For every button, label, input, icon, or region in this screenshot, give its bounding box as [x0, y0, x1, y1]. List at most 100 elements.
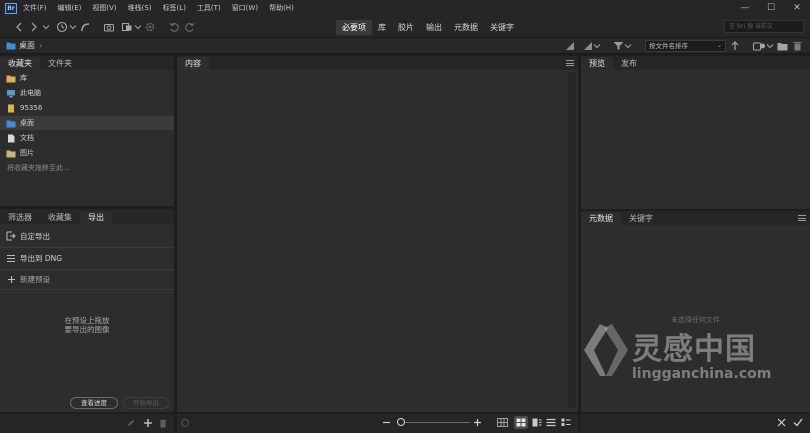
menu-view[interactable]: 视图(V) [92, 3, 116, 13]
loading-spinner-icon [181, 419, 189, 427]
breadcrumb-item-desktop[interactable]: 桌面 [19, 40, 35, 51]
minimize-button[interactable]: — [732, 0, 758, 16]
back-icon[interactable] [12, 20, 26, 34]
workspace-filmstrip[interactable]: 胶片 [392, 20, 420, 35]
workspace-metadata[interactable]: 元数据 [448, 20, 484, 35]
computer-icon [6, 88, 16, 98]
thumbnails-icon[interactable] [516, 418, 526, 427]
new-folder-icon[interactable] [776, 40, 788, 52]
tab-content[interactable]: 内容 [177, 57, 209, 70]
start-export-button[interactable]: 开始导出 [123, 397, 169, 409]
sort-select[interactable]: 按文件名排序 ⌄ [645, 40, 726, 52]
thumbnail-size-slider[interactable] [398, 422, 470, 423]
content-panel: 内容 [177, 56, 578, 412]
details-view-icon[interactable] [532, 418, 542, 427]
export-item-label: 新建预设 [20, 274, 50, 284]
menu-window[interactable]: 窗口(W) [232, 3, 258, 13]
workspace-keywords[interactable]: 关键字 [484, 20, 520, 35]
export-item-custom[interactable]: 自定导出 [0, 227, 174, 245]
right-status-bar [581, 414, 810, 433]
favorite-item-library[interactable]: 库 [0, 71, 174, 85]
document-icon [6, 133, 16, 143]
chevron-down-icon[interactable] [766, 41, 774, 51]
menu-edit[interactable]: 编辑(E) [58, 3, 82, 13]
sort-select-value: 按文件名排序 [649, 42, 688, 50]
rotate-left-icon[interactable] [167, 20, 181, 34]
grid-view-icon[interactable] [497, 418, 508, 427]
tab-preview[interactable]: 预览 [581, 57, 613, 70]
chevron-down-icon[interactable] [39, 20, 53, 34]
menu-help[interactable]: 帮助(H) [269, 3, 294, 13]
favorites-panel: 收藏夹 文件夹 库 此电脑 95356 桌面 文档 图片 将收藏夹拖移至此... [0, 56, 174, 206]
slider-handle[interactable] [397, 418, 405, 426]
tab-export[interactable]: 导出 [80, 211, 112, 224]
list-view-icon[interactable] [546, 418, 556, 427]
rotate-right-icon[interactable] [183, 20, 197, 34]
menu-label[interactable]: 标签(L) [163, 3, 186, 13]
favorite-item-user[interactable]: 95356 [0, 101, 174, 115]
menu-tools[interactable]: 工具(T) [197, 3, 221, 13]
plus-icon [6, 274, 16, 284]
menu-file[interactable]: 文件(F) [23, 3, 47, 13]
content-status-bar [177, 414, 578, 433]
left-status-bar [0, 414, 174, 433]
workspace-output[interactable]: 输出 [420, 20, 448, 35]
favorite-item-label: 95356 [20, 104, 43, 112]
metadata-panel: 元数据 关键字 未选择任何文件 [581, 211, 810, 412]
favorite-item-label: 文档 [20, 134, 34, 142]
list-details-icon[interactable] [561, 418, 571, 427]
user-icon [6, 103, 16, 113]
zoom-out-icon[interactable] [382, 418, 391, 427]
tab-folders[interactable]: 文件夹 [40, 57, 80, 70]
preview-tabbar: 预览 发布 [581, 56, 810, 70]
maximize-button[interactable]: ☐ [758, 0, 784, 16]
search-input[interactable]: 在 Bri 搜 当前文 [724, 20, 804, 33]
camera-import-icon[interactable] [102, 20, 116, 34]
sort-ascending-icon[interactable] [730, 40, 740, 52]
open-recent-icon[interactable] [752, 40, 766, 52]
window-controls: — ☐ ✕ [732, 0, 810, 16]
favorite-item-this-pc[interactable]: 此电脑 [0, 86, 174, 100]
menu-stack[interactable]: 堆栈(S) [128, 3, 152, 13]
panel-menu-icon[interactable] [798, 215, 806, 221]
view-queue-button[interactable]: 查看进度 [70, 397, 118, 409]
apply-check-icon[interactable] [793, 418, 803, 427]
cancel-x-icon[interactable] [777, 418, 786, 427]
breadcrumb-arrow-icon[interactable]: › [39, 41, 42, 50]
quality-triangle-icon[interactable] [564, 40, 576, 52]
tab-filter[interactable]: 筛选器 [0, 211, 40, 224]
favorite-item-documents[interactable]: 文档 [0, 131, 174, 145]
edit-pencil-icon[interactable] [127, 419, 135, 427]
tab-keywords[interactable]: 关键字 [621, 212, 661, 225]
path-bar: 桌面 › 按文件名排序 ⌄ [0, 38, 810, 54]
workspace-essentials[interactable]: 必要项 [336, 19, 372, 35]
content-scrollbar[interactable] [568, 72, 576, 408]
panel-menu-icon[interactable] [566, 60, 574, 66]
zoom-in-icon[interactable] [473, 418, 482, 427]
export-item-dng[interactable]: 导出到 DNG [0, 249, 174, 267]
export-item-new-preset[interactable]: 新建预设 [0, 270, 174, 288]
favorite-item-desktop[interactable]: 桌面 [0, 116, 174, 130]
export-item-label: 自定导出 [20, 231, 50, 241]
workspace-library[interactable]: 库 [372, 20, 392, 35]
favorite-item-pictures[interactable]: 图片 [0, 146, 174, 160]
picture-icon [6, 148, 16, 158]
close-button[interactable]: ✕ [784, 0, 810, 16]
trash-icon[interactable] [159, 419, 167, 428]
return-boomerang-icon[interactable] [78, 20, 92, 34]
tab-publish[interactable]: 发布 [613, 57, 645, 70]
favorite-item-label: 图片 [20, 149, 34, 157]
add-plus-icon[interactable] [143, 418, 153, 428]
tab-metadata[interactable]: 元数据 [581, 212, 621, 225]
trash-icon[interactable] [791, 40, 803, 52]
menu-bar: Br 文件(F) 编辑(E) 视图(V) 堆栈(S) 标签(L) 工具(T) 窗… [0, 0, 810, 16]
chevron-down-icon[interactable] [624, 41, 632, 51]
export-empty-line-2: 要导出的图像 [64, 325, 110, 334]
chevron-down-icon[interactable] [593, 41, 601, 51]
tab-collections[interactable]: 收藏集 [40, 211, 80, 224]
export-tabbar: 筛选器 收藏集 导出 [0, 209, 174, 224]
export-item-label: 导出到 DNG [20, 253, 63, 263]
settings-gear-icon[interactable] [143, 20, 157, 34]
tab-favorites[interactable]: 收藏夹 [0, 57, 40, 70]
filter-icon[interactable] [612, 40, 624, 52]
